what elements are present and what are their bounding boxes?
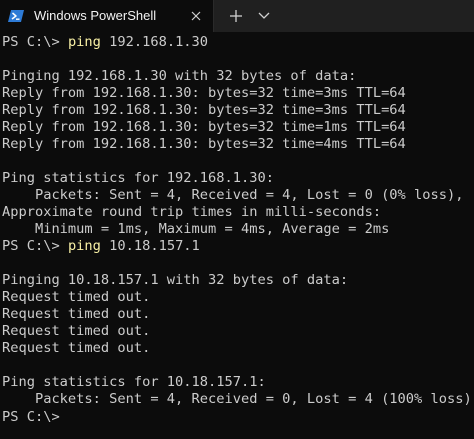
output-line: Request timed out. [2,323,151,339]
prompt: PS C:\> [2,34,68,50]
prompt-line: PS C:\> ping 192.168.1.30 [2,34,208,51]
command-argument: 192.168.1.30 [100,34,209,50]
command-name: ping [67,238,101,254]
terminal-output[interactable]: PS C:\> ping 192.168.1.30 Pinging 192.168… [0,34,474,439]
output-line: Pinging 192.168.1.30 with 32 bytes of da… [2,68,357,84]
command-name: ping [67,34,101,50]
prompt-line: PS C:\> ping 10.18.157.1 [2,238,200,255]
output-line: Reply from 192.168.1.30: bytes=32 time=1… [2,119,406,135]
chevron-down-icon[interactable] [257,10,271,22]
close-icon[interactable] [189,9,203,23]
output-line: Ping statistics for 192.168.1.30: [2,170,274,186]
tab-windows-powershell[interactable]: Windows PowerShell [0,0,214,32]
prompt: PS C:\> [2,238,68,254]
prompt-line: PS C:\> [2,408,68,425]
output-line: Request timed out. [2,289,151,305]
command-argument: 10.18.157.1 [100,238,200,254]
output-line: Packets: Sent = 4, Received = 4, Lost = … [2,187,464,203]
output-line: Ping statistics for 10.18.157.1: [2,374,266,390]
output-line: Reply from 192.168.1.30: bytes=32 time=3… [2,102,406,118]
terminal-window: Windows PowerShell PS C:\> ping 192.168.… [0,0,474,439]
output-line: Approximate round trip times in milli-se… [2,204,382,220]
output-line: Pinging 10.18.157.1 with 32 bytes of dat… [2,272,349,288]
tab-title: Windows PowerShell [34,8,157,23]
output-line: Minimum = 1ms, Maximum = 4ms, Average = … [2,221,390,237]
output-line: Request timed out. [2,340,151,356]
prompt: PS C:\> [2,409,60,425]
output-line: Reply from 192.168.1.30: bytes=32 time=3… [2,85,406,101]
output-line: Request timed out. [2,306,151,322]
plus-icon[interactable] [227,7,245,25]
output-line: Packets: Sent = 4, Received = 0, Lost = … [2,391,474,407]
powershell-icon [8,10,24,22]
tab-bar: Windows PowerShell [0,0,474,32]
output-line: Reply from 192.168.1.30: bytes=32 time=4… [2,136,406,152]
text-cursor [60,408,68,423]
